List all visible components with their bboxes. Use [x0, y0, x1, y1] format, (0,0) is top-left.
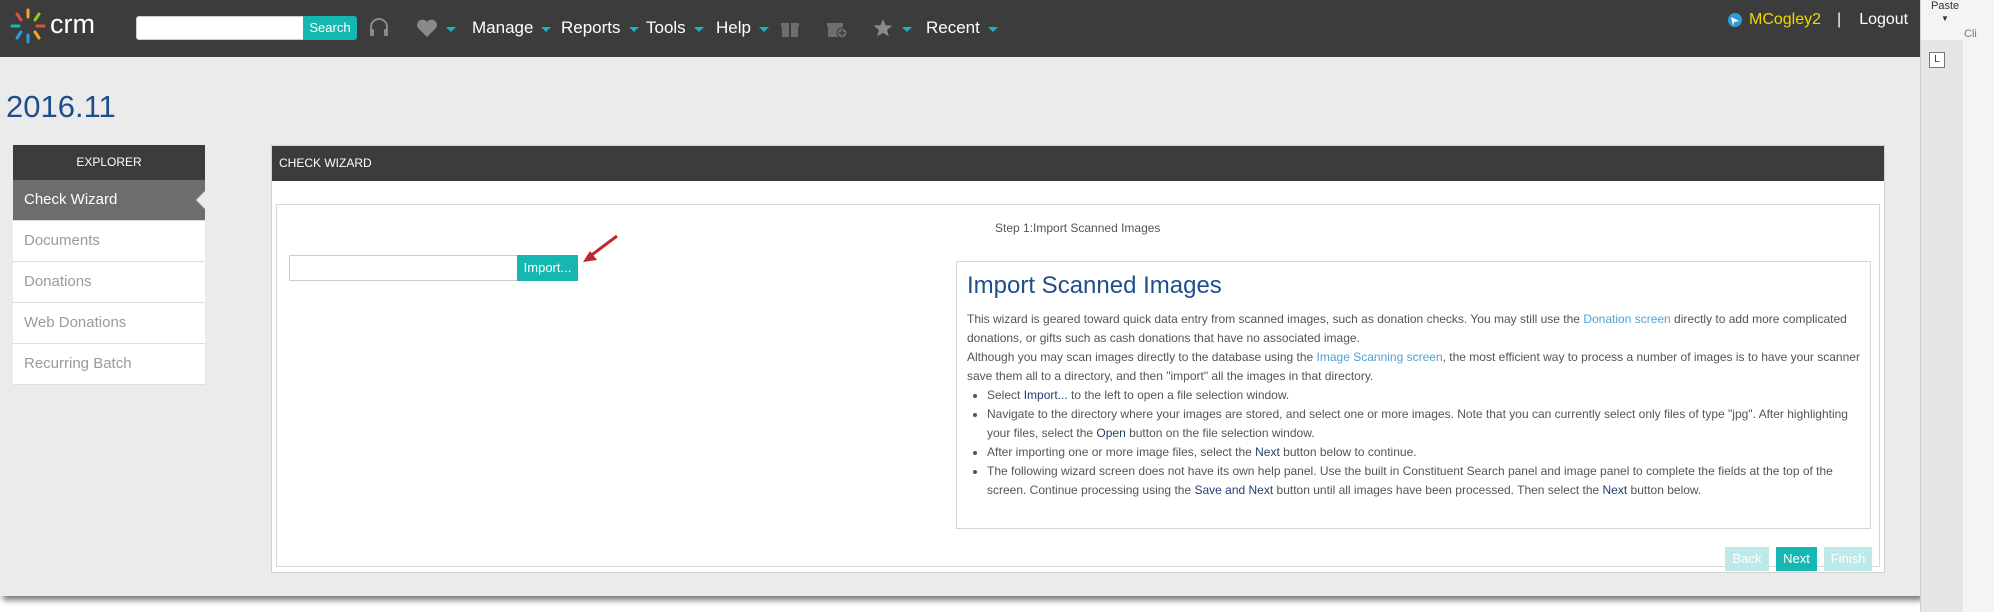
sidebar-item-check-wizard[interactable]: Check Wizard	[13, 180, 205, 221]
page-title: 2016.11	[6, 89, 116, 124]
gift-icon[interactable]	[780, 17, 800, 39]
finish-button[interactable]: Finish	[1824, 547, 1872, 571]
nav-tools[interactable]: Tools	[646, 18, 704, 38]
help-steps-list: Select Import... to the left to open a f…	[967, 386, 1860, 500]
list-item: Select Import... to the left to open a f…	[987, 386, 1860, 405]
chevron-down-icon: ▼	[1941, 14, 1949, 23]
ribbon-gutter	[1921, 40, 1963, 612]
step-label: Step 1:Import Scanned Images	[995, 221, 1161, 235]
donation-screen-link[interactable]: Donation screen	[1583, 312, 1670, 326]
help-paragraph: Although you may scan images directly to…	[967, 350, 1860, 383]
list-item: After importing one or more image files,…	[987, 443, 1860, 462]
file-path-input[interactable]	[289, 255, 518, 281]
user-name-link[interactable]: MCogley2	[1749, 11, 1821, 29]
chevron-down-icon	[693, 26, 704, 32]
heart-icon[interactable]	[416, 17, 456, 39]
user-area: MCogley2 | Logout	[1727, 11, 1908, 29]
search-button[interactable]: Search	[303, 16, 357, 40]
nav-help[interactable]: Help	[716, 18, 769, 38]
headset-icon[interactable]	[368, 17, 390, 39]
user-icon	[1728, 13, 1742, 27]
image-scanning-link[interactable]: Image Scanning screen	[1317, 350, 1443, 364]
wizard-body: Step 1:Import Scanned Images Import... I…	[276, 204, 1880, 571]
crm-logo-icon	[10, 8, 46, 44]
separator: |	[1837, 11, 1842, 28]
chevron-down-icon	[758, 26, 769, 32]
help-panel: Import Scanned Images This wizard is gea…	[956, 261, 1871, 529]
sidebar-item-web-donations[interactable]: Web Donations	[13, 303, 205, 344]
sidebar-item-donations[interactable]: Donations	[13, 262, 205, 303]
sidebar-item-recurring-batch[interactable]: Recurring Batch	[13, 344, 205, 385]
chevron-down-icon	[541, 26, 552, 32]
add-gift-icon[interactable]	[826, 17, 848, 39]
panel-heading: CHECK WIZARD	[272, 146, 1884, 181]
annotation-arrow-icon	[583, 234, 618, 262]
chevron-down-icon	[628, 26, 639, 32]
help-title: Import Scanned Images	[967, 272, 1222, 299]
explorer-heading: EXPLORER	[13, 145, 205, 180]
top-navbar: crm Search Manage Reports Tools Help Rec…	[0, 0, 1920, 57]
chevron-down-icon	[902, 26, 912, 32]
back-button[interactable]: Back	[1725, 547, 1769, 571]
star-icon[interactable]	[872, 17, 912, 39]
paste-button[interactable]: Paste	[1931, 0, 1959, 12]
nav-manage[interactable]: Manage	[472, 18, 552, 38]
app-window: crm Search Manage Reports Tools Help Rec…	[0, 0, 1920, 596]
nav-reports[interactable]: Reports	[561, 18, 639, 38]
background-app-ribbon: Paste ▼ Cli L	[1920, 0, 1994, 612]
explorer-sidebar: EXPLORER Check Wizard Documents Donation…	[13, 145, 205, 385]
next-button[interactable]: Next	[1776, 547, 1817, 571]
list-item: Navigate to the directory where your ima…	[987, 405, 1860, 443]
help-paragraph: This wizard is geared toward quick data …	[967, 312, 1847, 345]
chevron-down-icon	[987, 26, 998, 32]
chevron-down-icon	[446, 26, 456, 32]
logout-link[interactable]: Logout	[1859, 11, 1908, 29]
nav-recent[interactable]: Recent	[926, 18, 998, 38]
tab-stop-icon[interactable]: L	[1929, 52, 1945, 68]
search-input[interactable]	[136, 16, 304, 40]
logo-text: crm	[50, 9, 95, 39]
sidebar-item-documents[interactable]: Documents	[13, 221, 205, 262]
check-wizard-panel: CHECK WIZARD Step 1:Import Scanned Image…	[271, 145, 1885, 573]
import-button[interactable]: Import...	[517, 255, 578, 281]
list-item: The following wizard screen does not hav…	[987, 462, 1860, 500]
clipboard-group-label: Cli	[1964, 28, 1977, 40]
